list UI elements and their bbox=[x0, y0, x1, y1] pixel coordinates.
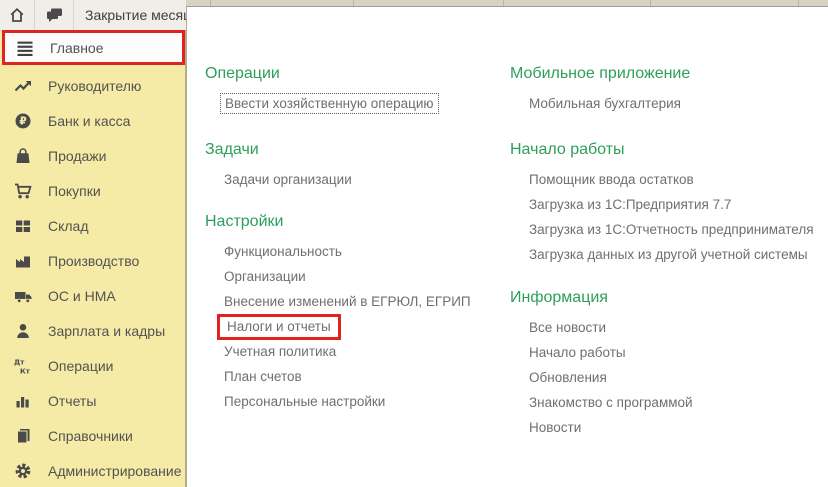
sidebar-item-label: Справочники bbox=[48, 428, 133, 444]
open-tab-closing-month[interactable]: Закрытие месяц bbox=[74, 0, 186, 30]
link-funktsionalnost[interactable]: Функциональность bbox=[224, 244, 342, 259]
section-title-tasks: Задачи bbox=[205, 140, 510, 160]
grid-icon bbox=[13, 217, 33, 235]
sidebar-item-label: Продажи bbox=[48, 148, 106, 164]
link-nachalo-raboty[interactable]: Начало работы bbox=[529, 345, 626, 360]
sidebar-item-otchety[interactable]: Отчеты bbox=[0, 383, 185, 418]
sidebar-item-sklad[interactable]: Склад bbox=[0, 208, 185, 243]
svg-text:₽: ₽ bbox=[19, 115, 26, 127]
sidebar-item-bank-i-kassa[interactable]: ₽ Банк и касса bbox=[0, 103, 185, 138]
link-organizatsii[interactable]: Организации bbox=[224, 269, 306, 284]
app-window: Закрытие месяц Операции Ввести хозяйстве… bbox=[0, 0, 828, 487]
section-settings: Настройки Функциональность Организации В… bbox=[205, 212, 510, 414]
sidebar-item-label: Операции bbox=[48, 358, 114, 374]
truck-icon bbox=[13, 287, 33, 305]
sidebar-item-label: Руководителю bbox=[48, 78, 141, 94]
trend-icon bbox=[13, 77, 33, 95]
sidebar-item-label: Главное bbox=[50, 40, 104, 56]
chat-discussions-icon bbox=[45, 6, 64, 24]
person-icon bbox=[13, 322, 33, 340]
bar-chart-icon bbox=[13, 392, 33, 410]
sidebar-item-zarplata-i-kadry[interactable]: Зарплата и кадры bbox=[0, 313, 185, 348]
sidebar-sections: Главное Руководителю ₽ bbox=[0, 30, 186, 487]
sidebar-item-operatsii[interactable]: Дт Кт Операции bbox=[0, 348, 185, 383]
link-egryul-egrip[interactable]: Внесение изменений в ЕГРЮЛ, ЕГРИП bbox=[224, 294, 471, 309]
link-personalnye-nastroyki[interactable]: Персональные настройки bbox=[224, 394, 385, 409]
section-title-mobile-app: Мобильное приложение bbox=[510, 64, 815, 84]
link-pomoshchnik-vvoda-ostatkov[interactable]: Помощник ввода остатков bbox=[529, 172, 694, 187]
sidebar-item-label: Покупки bbox=[48, 183, 101, 199]
section-mobile-app: Мобильное приложение Мобильная бухгалтер… bbox=[510, 64, 815, 116]
sidebar-item-administrirovanie[interactable]: Администрирование bbox=[0, 453, 185, 487]
ruble-icon: ₽ bbox=[13, 112, 33, 130]
link-vse-novosti[interactable]: Все новости bbox=[529, 320, 606, 335]
sidebar-item-label: Склад bbox=[48, 218, 89, 234]
section-title-information: Информация bbox=[510, 288, 815, 308]
gear-icon bbox=[13, 462, 33, 480]
section-title-settings: Настройки bbox=[205, 212, 510, 232]
link-novosti[interactable]: Новости bbox=[529, 420, 581, 435]
section-tasks: Задачи Задачи организации bbox=[205, 140, 510, 192]
link-znakomstvo-s-programmoy[interactable]: Знакомство с программой bbox=[529, 395, 693, 410]
sidebar-item-glavnoe[interactable]: Главное bbox=[2, 30, 185, 65]
sidebar-item-spravochniki[interactable]: Справочники bbox=[0, 418, 185, 453]
link-zagruzka-1c-otchetnost[interactable]: Загрузка из 1С:Отчетность предпринимател… bbox=[529, 222, 814, 237]
sidebar-item-os-i-nma[interactable]: ОС и НМА bbox=[0, 278, 185, 313]
sidebar-item-label: Отчеты bbox=[48, 393, 96, 409]
section-title-operations: Операции bbox=[205, 64, 510, 84]
link-plan-schetov[interactable]: План счетов bbox=[224, 369, 302, 384]
link-mobilnaya-bukhgalteriya[interactable]: Мобильная бухгалтерия bbox=[529, 96, 681, 111]
main-menu-panel: Операции Ввести хозяйственную операцию З… bbox=[186, 6, 828, 487]
home-button[interactable] bbox=[0, 0, 34, 30]
sidebar-item-label: Зарплата и кадры bbox=[48, 323, 165, 339]
sidebar-item-prodazhi[interactable]: Продажи bbox=[0, 138, 185, 173]
link-zagruzka-1c-77[interactable]: Загрузка из 1С:Предприятия 7.7 bbox=[529, 197, 731, 212]
books-icon bbox=[13, 427, 33, 445]
sidebar-item-label: Производство bbox=[48, 253, 139, 269]
section-operations: Операции Ввести хозяйственную операцию bbox=[205, 64, 510, 116]
factory-icon bbox=[13, 252, 33, 270]
svg-text:Кт: Кт bbox=[20, 367, 31, 375]
sidebar-item-proizvodstvo[interactable]: Производство bbox=[0, 243, 185, 278]
link-vvesti-khozoperatsiyu[interactable]: Ввести хозяйственную операцию bbox=[220, 93, 439, 114]
tab-title: Закрытие месяц bbox=[85, 7, 186, 23]
sidebar-list: Руководителю ₽ Банк и касса bbox=[0, 68, 185, 487]
bag-icon bbox=[13, 147, 33, 165]
debit-credit-icon: Дт Кт bbox=[13, 357, 33, 375]
link-zadachi-organizatsii[interactable]: Задачи организации bbox=[224, 172, 352, 187]
section-information: Информация Все новости Начало работы Обн… bbox=[510, 288, 815, 440]
sidebar-item-label: ОС и НМА bbox=[48, 288, 116, 304]
link-obnovleniya[interactable]: Обновления bbox=[529, 370, 607, 385]
section-getting-started: Начало работы Помощник ввода остатков За… bbox=[510, 140, 815, 267]
link-uchetnaya-politika[interactable]: Учетная политика bbox=[224, 344, 336, 359]
menu-icon bbox=[15, 39, 35, 57]
link-zagruzka-drugoy-sistemy[interactable]: Загрузка данных из другой учетной систем… bbox=[529, 247, 808, 262]
sidebar-item-rukovoditelyu[interactable]: Руководителю bbox=[0, 68, 185, 103]
discussions-button[interactable] bbox=[35, 0, 73, 30]
cart-icon bbox=[13, 182, 33, 200]
sidebar-item-label: Банк и касса bbox=[48, 113, 130, 129]
link-nalogi-i-otchety[interactable]: Налоги и отчеты bbox=[217, 314, 341, 340]
sidebar-item-label: Администрирование bbox=[48, 463, 182, 479]
svg-text:Дт: Дт bbox=[14, 358, 25, 366]
home-icon bbox=[8, 6, 26, 24]
sidebar-item-pokupki[interactable]: Покупки bbox=[0, 173, 185, 208]
section-title-getting-started: Начало работы bbox=[510, 140, 815, 160]
top-toolbar: Закрытие месяц bbox=[0, 0, 186, 30]
